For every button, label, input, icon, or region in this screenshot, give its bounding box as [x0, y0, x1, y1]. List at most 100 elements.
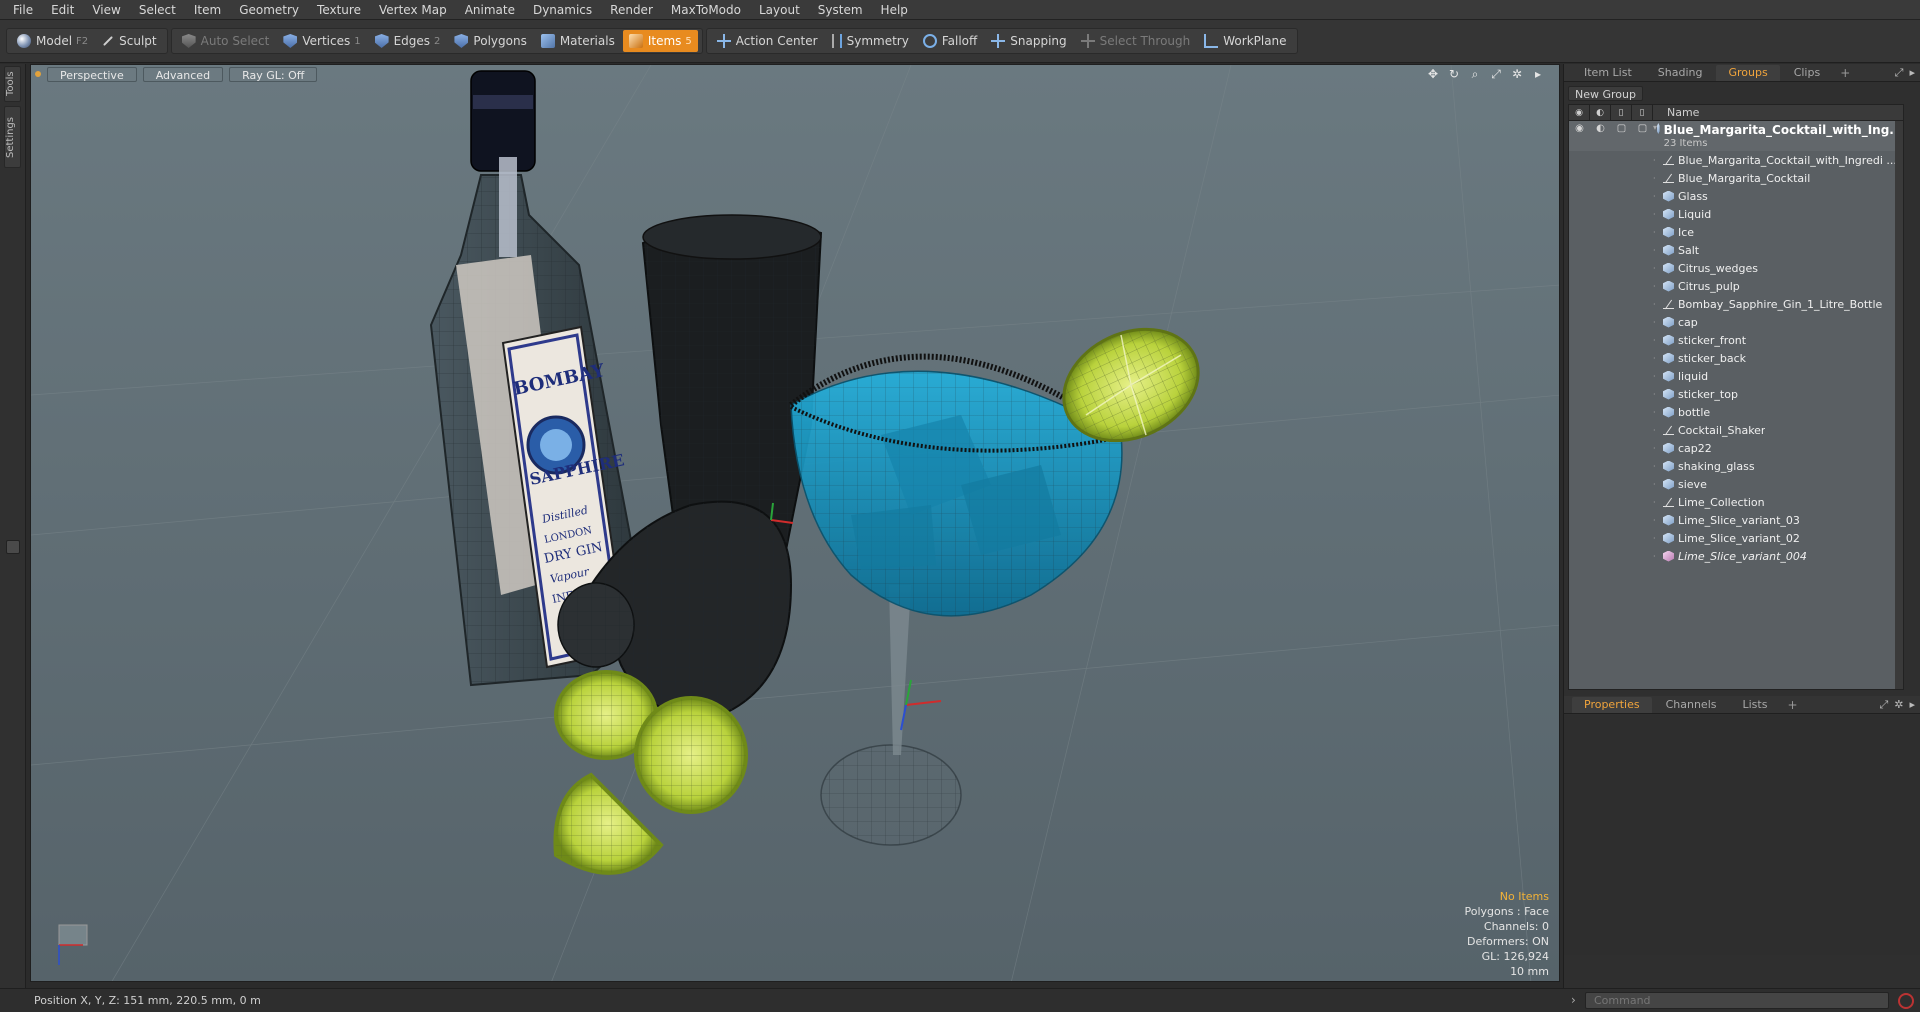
menu-select[interactable]: Select [130, 0, 185, 20]
group-item-row[interactable]: · Lime_Slice_variant_03 [1569, 511, 1903, 529]
group-item-row[interactable]: · Blue_Margarita_Cocktail [1569, 169, 1903, 187]
group-item-row[interactable]: · Citrus_wedges [1569, 259, 1903, 277]
3d-viewport[interactable]: BOMBAY SAPPHIRE Distilled LONDON DRY GIN… [30, 64, 1560, 982]
group-item-row[interactable]: · Lime_Slice_variant_004 [1569, 547, 1903, 565]
maximize-props-icon[interactable]: ⤢ [1879, 698, 1888, 712]
maximize-icon[interactable]: ⤢ [1489, 67, 1503, 81]
menu-animate[interactable]: Animate [456, 0, 524, 20]
settings-tab[interactable]: Settings [4, 106, 21, 168]
items-shortcut: 5 [685, 35, 692, 47]
menu-edit[interactable]: Edit [42, 0, 83, 20]
group-item-row[interactable]: · Salt [1569, 241, 1903, 259]
pan-icon[interactable]: ✥ [1426, 67, 1440, 81]
viewport-header: Perspective Advanced Ray GL: Off [31, 65, 1559, 83]
group-item-row[interactable]: · liquid [1569, 367, 1903, 385]
menu-file[interactable]: File [4, 0, 42, 20]
group-item-row[interactable]: · Citrus_pulp [1569, 277, 1903, 295]
tab-shading[interactable]: Shading [1646, 65, 1715, 81]
group-collapse-arrow-icon[interactable]: ▾ [1653, 123, 1657, 132]
action-center-button[interactable]: Action Center [711, 30, 824, 52]
group-item-row[interactable]: · shaking_glass [1569, 457, 1903, 475]
edges-button[interactable]: Edges 2 [369, 30, 447, 52]
item-state-cells [1569, 403, 1653, 421]
symmetry-button[interactable]: Symmetry [826, 30, 915, 52]
group-lock-checkbox[interactable]: ▢ [1611, 123, 1632, 141]
workplane-button[interactable]: WorkPlane [1198, 30, 1292, 52]
items-button[interactable]: Items 5 [622, 30, 698, 52]
sculpt-mode-button[interactable]: Sculpt [96, 30, 162, 52]
add-props-tab-icon[interactable]: + [1781, 698, 1803, 712]
props-gear-icon[interactable]: ✲ [1894, 698, 1903, 712]
menu-item[interactable]: Item [185, 0, 230, 20]
command-record-icon[interactable] [1898, 993, 1914, 1009]
visibility-column-eye-icon[interactable]: ◉ [1569, 105, 1590, 121]
zoom-icon[interactable]: ⌕ [1468, 67, 1482, 81]
menu-layout[interactable]: Layout [750, 0, 809, 20]
materials-button[interactable]: Materials [535, 30, 621, 52]
group-item-row[interactable]: · Bombay_Sapphire_Gin_1_Litre_Bottle [1569, 295, 1903, 313]
group-render-icon[interactable]: ◐ [1590, 123, 1611, 141]
command-input[interactable] [1585, 992, 1889, 1009]
group-item-row[interactable]: · sieve [1569, 475, 1903, 493]
menu-dynamics[interactable]: Dynamics [524, 0, 601, 20]
vertices-button[interactable]: Vertices 1 [277, 30, 366, 52]
tab-lists[interactable]: Lists [1731, 697, 1780, 713]
tab-clips[interactable]: Clips [1782, 65, 1833, 81]
tab-properties[interactable]: Properties [1572, 696, 1652, 713]
group-item-row[interactable]: · cap [1569, 313, 1903, 331]
falloff-button[interactable]: Falloff [917, 30, 983, 52]
menu-system[interactable]: System [809, 0, 872, 20]
group-item-row[interactable]: · sticker_top [1569, 385, 1903, 403]
props-menu-arrow-icon[interactable]: ▸ [1909, 698, 1915, 712]
group-item-row[interactable]: · Liquid [1569, 205, 1903, 223]
group-select-checkbox[interactable]: ▢ [1632, 123, 1653, 141]
tab-item-list[interactable]: Item List [1572, 65, 1644, 81]
menu-help[interactable]: Help [872, 0, 917, 20]
menu-render[interactable]: Render [601, 0, 662, 20]
raygl-toggle[interactable]: Ray GL: Off [229, 66, 318, 82]
menu-texture[interactable]: Texture [308, 0, 370, 20]
group-item-row[interactable]: · Cocktail_Shaker [1569, 421, 1903, 439]
lock-column-icon[interactable]: ▯ [1611, 105, 1632, 121]
menu-view[interactable]: View [83, 0, 129, 20]
group-item-label: Citrus_wedges [1678, 261, 1759, 275]
select-column-icon[interactable]: ▯ [1632, 105, 1653, 121]
group-item-row[interactable]: · Lime_Collection [1569, 493, 1903, 511]
shading-mode-dropdown[interactable]: Advanced [142, 66, 224, 82]
tools-tab[interactable]: Tools [4, 66, 21, 102]
add-tab-icon[interactable]: + [1834, 66, 1856, 80]
viewport-menu-dot-icon[interactable] [35, 71, 41, 77]
model-mode-button[interactable]: Model F2 [11, 30, 94, 52]
group-item-row[interactable]: · Glass [1569, 187, 1903, 205]
tree-scrollbar[interactable] [1895, 121, 1903, 689]
command-history-arrow-icon[interactable]: › [1571, 993, 1576, 1007]
select-through-button[interactable]: Select Through [1075, 30, 1197, 52]
play-arrow-icon[interactable]: ▸ [1531, 67, 1545, 81]
group-item-row[interactable]: · sticker_back [1569, 349, 1903, 367]
panel-toggle-button[interactable] [6, 540, 20, 554]
rotate-icon[interactable]: ↻ [1447, 67, 1461, 81]
gear-icon[interactable]: ✲ [1510, 67, 1524, 81]
menu-vertex-map[interactable]: Vertex Map [370, 0, 456, 20]
group-visibility-eye-icon[interactable]: ◉ [1569, 123, 1590, 141]
group-item-row[interactable]: · cap22 [1569, 439, 1903, 457]
group-item-row[interactable]: · Lime_Slice_variant_02 [1569, 529, 1903, 547]
menu-maxtomodo[interactable]: MaxToModo [662, 0, 750, 20]
group-item-row[interactable]: · Blue_Margarita_Cocktail_with_Ingredi ..… [1569, 151, 1903, 169]
auto-select-button[interactable]: Auto Select [176, 30, 276, 52]
new-group-button[interactable]: New Group [1568, 86, 1643, 101]
group-row[interactable]: ◉ ◐ ▢ ▢ ▾ Blue_Margarita_Cocktail_with_I… [1569, 121, 1903, 151]
group-item-row[interactable]: · sticker_front [1569, 331, 1903, 349]
tab-groups[interactable]: Groups [1716, 64, 1780, 81]
tab-channels[interactable]: Channels [1654, 697, 1729, 713]
panel-menu-arrow-icon[interactable]: ▸ [1909, 66, 1915, 80]
menu-geometry[interactable]: Geometry [230, 0, 308, 20]
maximize-panel-icon[interactable]: ⤢ [1895, 66, 1904, 80]
view-mode-dropdown[interactable]: Perspective [47, 66, 137, 82]
group-item-row[interactable]: · bottle [1569, 403, 1903, 421]
polygons-button[interactable]: Polygons [448, 30, 532, 52]
group-item-row[interactable]: · Ice [1569, 223, 1903, 241]
name-column-header[interactable]: Name [1653, 106, 1699, 119]
render-column-icon[interactable]: ◐ [1590, 105, 1611, 121]
snapping-button[interactable]: Snapping [985, 30, 1072, 52]
